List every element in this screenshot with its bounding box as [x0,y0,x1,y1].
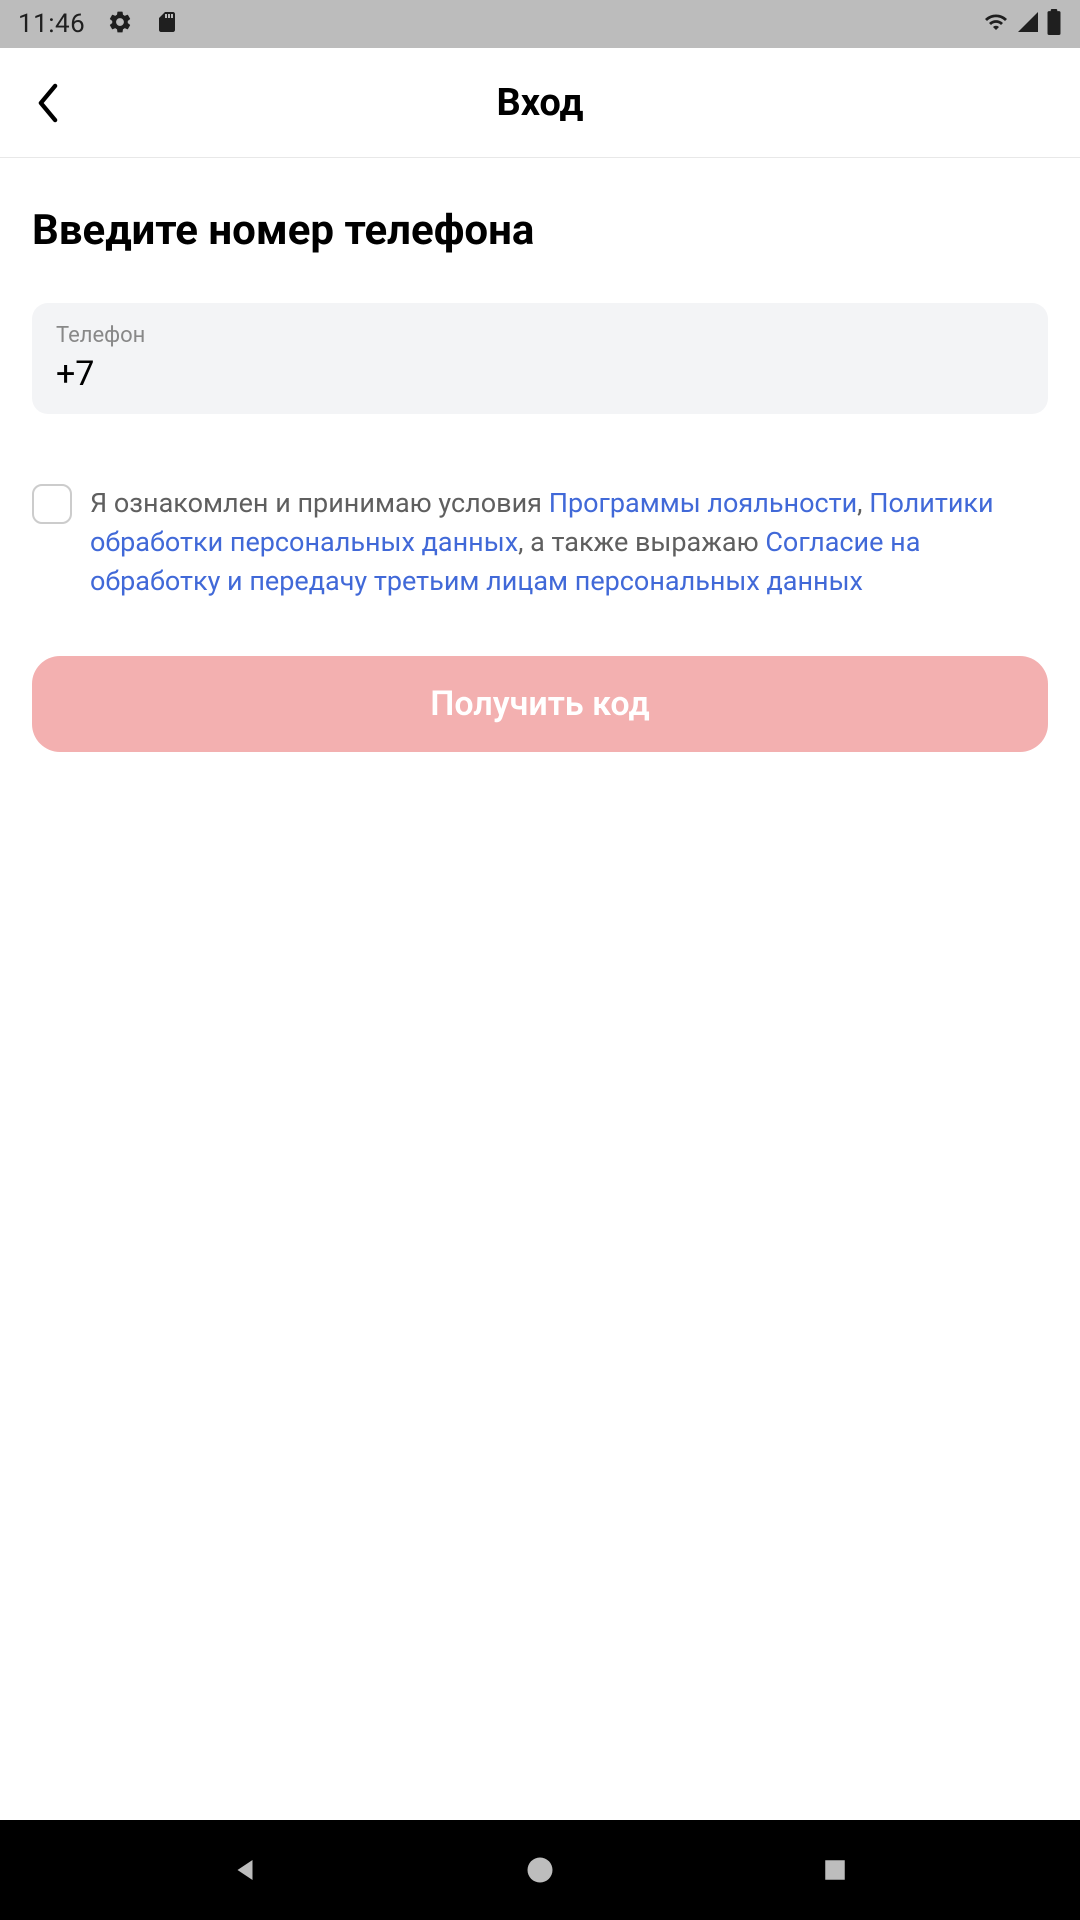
status-left: 11:46 [18,9,179,39]
consent-text: Я ознакомлен и принимаю условия Программ… [90,484,1048,601]
phone-input-label: Телефон [56,323,1024,348]
consent-checkbox[interactable] [32,484,72,524]
loyalty-program-link[interactable]: Программы лояльности [549,487,857,519]
gear-icon [107,9,133,39]
section-heading: Введите номер телефона [32,206,1048,255]
nav-home-button[interactable] [490,1840,590,1900]
app-header: Вход [0,48,1080,158]
wifi-icon [982,10,1010,38]
system-nav-bar [0,1820,1080,1920]
consent-text-part-2: , [857,487,869,519]
get-code-button[interactable]: Получить код [32,656,1048,752]
signal-icon [1016,10,1040,38]
get-code-button-label: Получить код [430,684,649,724]
nav-recent-button[interactable] [785,1840,885,1900]
triangle-back-icon [230,1855,260,1885]
status-bar: 11:46 [0,0,1080,48]
square-recent-icon [822,1857,848,1883]
phone-input-field[interactable]: Телефон [32,303,1048,414]
main-content: Введите номер телефона Телефон Я ознаком… [0,158,1080,1820]
page-title: Вход [28,81,1052,125]
back-button[interactable] [28,83,68,123]
battery-icon [1046,9,1062,39]
circle-home-icon [525,1855,555,1885]
phone-input[interactable] [56,354,1024,394]
status-time: 11:46 [18,9,85,39]
consent-row: Я ознакомлен и принимаю условия Программ… [32,484,1048,601]
nav-back-button[interactable] [195,1840,295,1900]
status-right [982,9,1062,39]
chevron-left-icon [35,83,61,123]
consent-text-part-1: Я ознакомлен и принимаю условия [90,487,549,519]
sd-card-icon [155,10,179,38]
consent-text-part-3: , а также выражаю [518,526,765,558]
